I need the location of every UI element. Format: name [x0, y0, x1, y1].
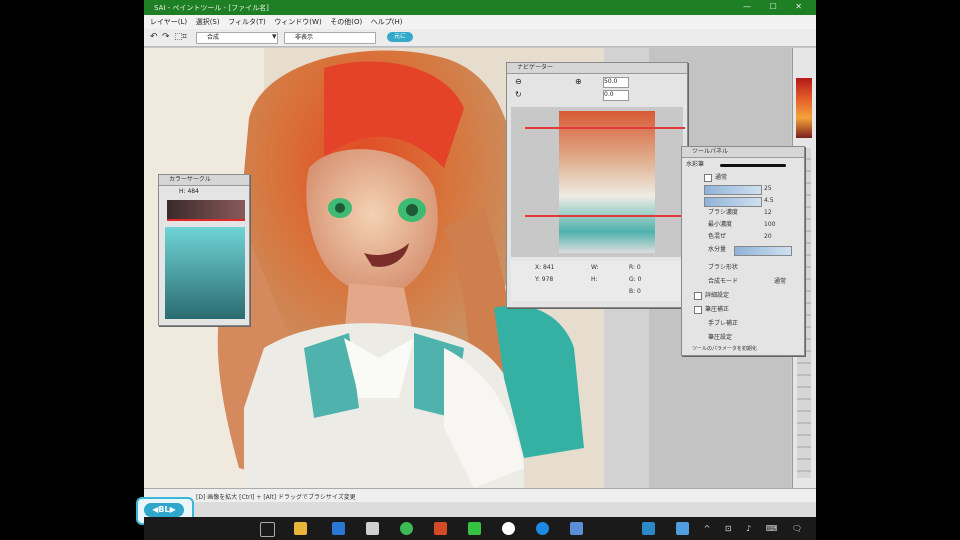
brush-row-mix: 色混ぜ — [708, 233, 727, 240]
color-panel: カラーサークル H: 484 — [158, 174, 250, 326]
toolbar: ↶ ↷ ⬚ ⌗ 合成 ▾ 非表示 元に — [144, 29, 816, 47]
brush-row-pressure-settings[interactable]: 筆圧設定 — [708, 333, 732, 343]
redo-icon[interactable]: ↷ — [162, 32, 170, 42]
zoom-out-icon[interactable]: ⊖ — [515, 77, 522, 86]
hue-marker — [167, 219, 245, 221]
sv-square[interactable] — [165, 227, 245, 319]
menu-layer[interactable]: レイヤー(L) — [150, 17, 187, 27]
preview-thumbnail — [559, 111, 655, 253]
display-mode-combo[interactable]: 非表示 — [284, 32, 376, 44]
readout-b: B: 0 — [629, 288, 641, 295]
app-icon[interactable] — [536, 522, 549, 535]
app-icon-2[interactable] — [676, 522, 689, 535]
menu-select[interactable]: 選択(S) — [196, 17, 220, 27]
brush-row-shape[interactable]: ブラシ形状 — [708, 263, 738, 273]
system-tray[interactable]: ^ ⊡ ♪ ⌨ 🗨 — [704, 524, 808, 533]
readout-w: W: — [591, 264, 599, 271]
pressure-checkbox[interactable] — [694, 305, 702, 314]
horizontal-scrollbar[interactable] — [144, 502, 816, 517]
readout-g: G: 0 — [629, 276, 642, 283]
min-size-value: 4.5 — [764, 197, 774, 204]
mode-checkbox[interactable] — [704, 173, 712, 182]
brush-row-detail: 詳細設定 — [705, 292, 730, 299]
brush-reset-footer[interactable]: ツールのパラメータを初期化 — [692, 344, 757, 354]
detail-checkbox[interactable] — [694, 291, 702, 300]
readout-y: Y: 978 — [535, 276, 554, 283]
paint-app-icon[interactable] — [434, 522, 447, 535]
arrow-down-icon[interactable]: ▾ — [272, 32, 277, 42]
density-value: 12 — [764, 209, 772, 216]
blend-value: 通常 — [774, 278, 787, 285]
brush-row-blend[interactable]: 合成モード — [708, 277, 738, 287]
chrome-icon[interactable] — [400, 522, 413, 535]
zoom-in-icon[interactable]: ⊕ — [575, 77, 582, 86]
window-title: SAI - ペイントツール - [ファイル名] — [154, 4, 269, 12]
status-bar: [D] 画像を拡大 [Ctrl] + [Alt] ドラッグでブラシサイズ変更 — [144, 488, 816, 503]
back-button-label: ◀BL▶ — [144, 503, 184, 517]
navigator-preview[interactable] — [511, 107, 685, 257]
brush-panel-title: ツールパネル — [682, 147, 804, 158]
brush-row-density: ブラシ濃度 — [708, 209, 738, 216]
readout-x: X: 841 — [535, 264, 555, 271]
task-view-icon[interactable] — [260, 522, 275, 537]
undo-icon[interactable]: ↶ — [150, 32, 158, 42]
crop-icon[interactable]: ⌗ — [182, 32, 187, 42]
zoom-field[interactable]: 50.0 — [603, 77, 629, 88]
readout-h: H: — [591, 276, 598, 283]
explorer-icon[interactable] — [294, 522, 307, 535]
brush-row-stabilizer: 手ブレ補正 — [708, 320, 739, 327]
store-icon[interactable] — [366, 522, 379, 535]
line-icon[interactable] — [468, 522, 481, 535]
color-value-label: H: 484 — [179, 188, 199, 195]
title-bar: SAI - ペイントツール - [ファイル名] — ☐ ✕ — [144, 0, 816, 15]
menu-window[interactable]: ウィンドウ(W) — [274, 17, 321, 27]
sai-icon[interactable] — [642, 522, 655, 535]
water-slider[interactable] — [734, 246, 792, 256]
min-size-slider[interactable] — [704, 197, 762, 207]
brush-panel: ツールパネル 水彩筆 通常 25 4.5 ブラシ濃度 12 最小濃度 100 色… — [681, 146, 805, 356]
brush-row-water: 水分量 — [708, 246, 727, 253]
hue-strip[interactable] — [167, 200, 245, 220]
info-readout: X: 841 Y: 978 W: H: R: 0 G: 0 B: 0 — [511, 261, 683, 301]
min-density-value: 100 — [764, 221, 776, 228]
brush-stroke-preview — [720, 164, 786, 167]
view-frame-top — [525, 127, 685, 129]
menu-filter[interactable]: フィルタ(T) — [228, 17, 266, 27]
settings-icon[interactable] — [570, 522, 583, 535]
brush-preset-name[interactable]: 水彩筆 — [686, 160, 704, 170]
view-frame-bottom — [525, 215, 685, 217]
size-value: 25 — [764, 185, 772, 192]
angle-field[interactable]: 0.0 — [603, 90, 629, 101]
stabilizer-pill[interactable]: 元に — [387, 32, 413, 42]
window-controls[interactable]: — ☐ ✕ — [743, 2, 810, 11]
menu-other[interactable]: その他(O) — [330, 17, 362, 27]
brush-row-pressure: 筆圧補正 — [705, 306, 730, 313]
menu-bar: レイヤー(L) 選択(S) フィルタ(T) ウィンドウ(W) その他(O) ヘル… — [144, 15, 816, 30]
browser-icon[interactable] — [332, 522, 345, 535]
mix-value: 20 — [764, 233, 772, 240]
status-text: [D] 画像を拡大 [Ctrl] + [Alt] ドラッグでブラシサイズ変更 — [196, 494, 356, 501]
rotate-icon[interactable]: ↻ — [515, 90, 522, 99]
brush-row-min-density: 最小濃度 — [708, 221, 733, 228]
navigator-panel: ナビゲーター 50.0 0.0 ⊖ ⊕ ↻ X: 841 Y: 978 W: H… — [506, 62, 688, 308]
google-icon[interactable] — [502, 522, 515, 535]
color-swatch-strip[interactable] — [796, 78, 812, 138]
color-panel-title: カラーサークル — [159, 175, 249, 186]
navigator-title: ナビゲーター — [507, 63, 687, 74]
size-slider[interactable] — [704, 185, 762, 195]
brush-row-normal: 通常 — [715, 174, 728, 181]
menu-help[interactable]: ヘルプ(H) — [371, 17, 403, 27]
select-mode-combo[interactable]: 合成 — [196, 32, 278, 44]
taskbar: ^ ⊡ ♪ ⌨ 🗨 — [144, 517, 816, 540]
readout-r: R: 0 — [629, 264, 641, 271]
